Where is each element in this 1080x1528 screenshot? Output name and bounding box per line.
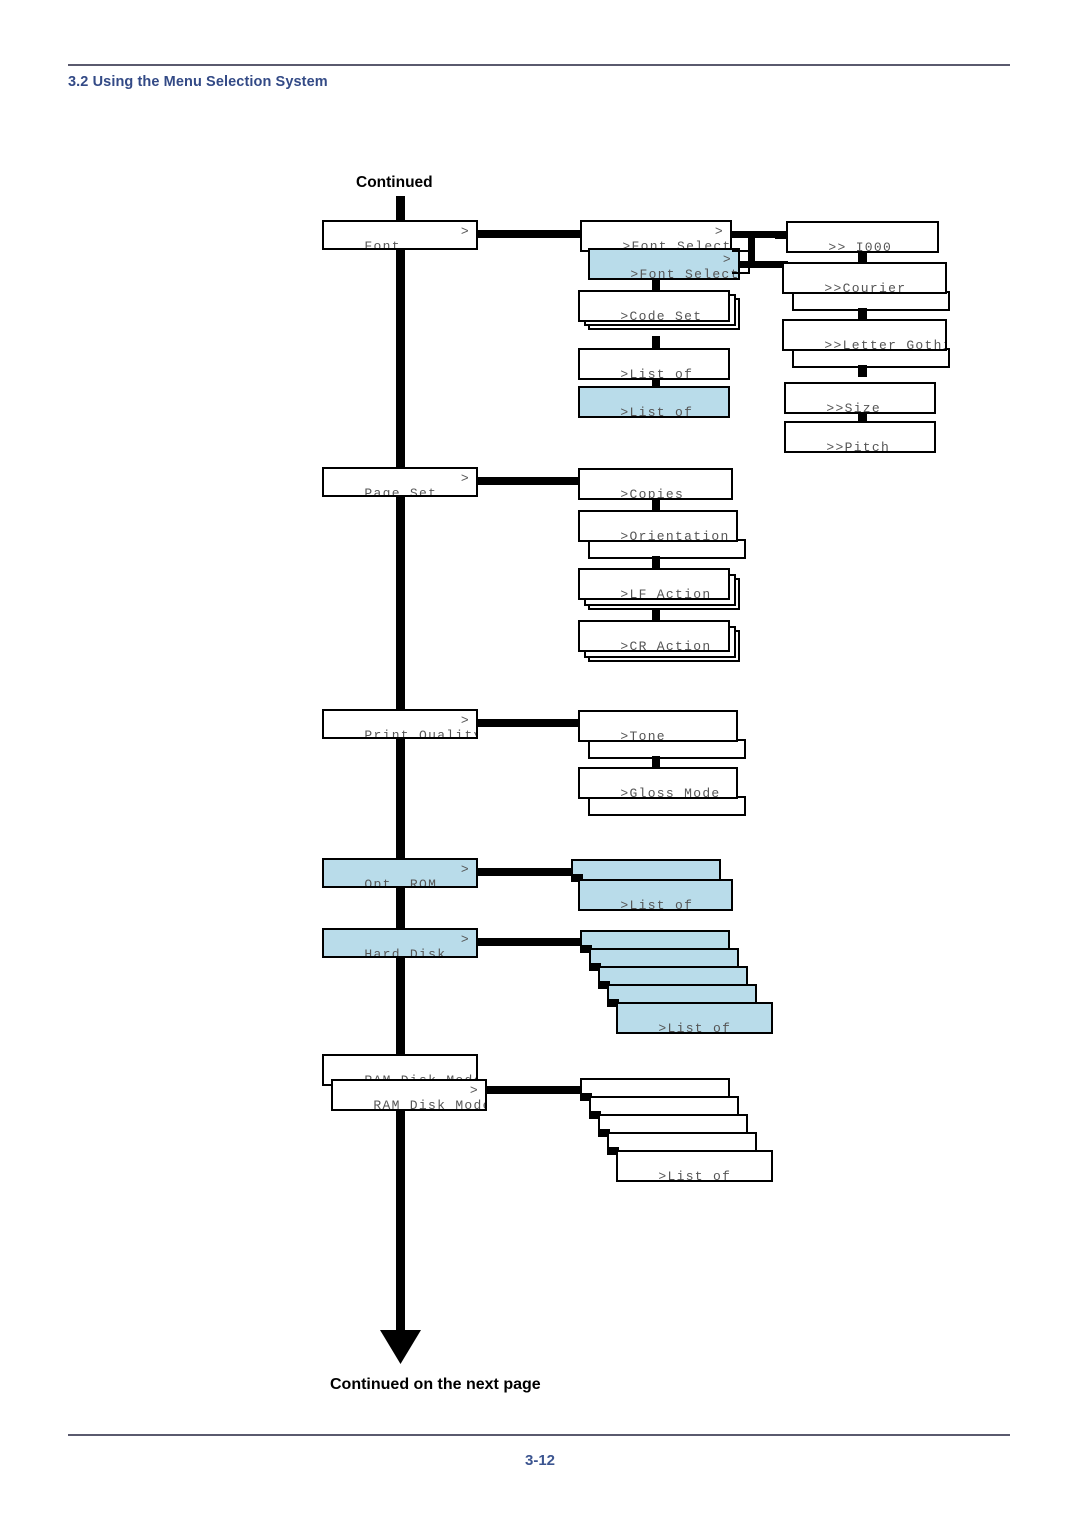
menu-item-list-internal-fonts[interactable]: >List ofInternal Fonts xyxy=(578,348,730,380)
ram-list-line1: >List of xyxy=(658,1169,732,1182)
font-select-loop-stub xyxy=(732,250,750,274)
continued-next-page-caption: Continued on the next page xyxy=(330,1376,541,1393)
main-spine xyxy=(396,196,405,1336)
menu-item-gloss-high[interactable]: High xyxy=(588,797,746,816)
ram-disk-on-line1: RAM Disk Mode xyxy=(373,1098,487,1111)
lf-action-line1: >LF Action xyxy=(620,587,712,600)
menu-item-print-quality[interactable]: Print Quality > xyxy=(322,709,478,739)
menu-item-orientation-landscape[interactable]: Landscape xyxy=(588,540,746,559)
menu-item-tone[interactable]: >ToneNormal xyxy=(578,710,738,742)
code-set-line1: >Code Set xyxy=(620,309,703,322)
menu-item-orientation[interactable]: >OrientationPortrait xyxy=(578,510,738,542)
connector-detail-3 xyxy=(858,365,867,377)
menu-item-opt-rom-label: Opt. ROM xyxy=(364,877,438,888)
menu-item-ram-list-partition[interactable]: >List ofPartition xyxy=(616,1150,773,1182)
menu-item-cr-action[interactable]: >CR ActionCR only xyxy=(578,620,730,652)
ram-disk-on-arrow: > xyxy=(469,1083,479,1098)
continued-caption: Continued xyxy=(356,174,433,191)
menu-item-list-option-fonts[interactable]: >List ofOption Fonts xyxy=(578,386,730,418)
font-select-internal-arrow: > xyxy=(714,224,724,239)
font-select-option-line1: >Font Select xyxy=(630,267,740,280)
menu-item-hard-disk-arrow: > xyxy=(460,932,470,947)
menu-item-copies[interactable]: >Copies001 xyxy=(578,468,733,500)
cr-action-line1: >CR Action xyxy=(620,639,712,652)
connector-hard-disk xyxy=(477,938,582,946)
menu-item-opt-rom[interactable]: Opt. ROM > xyxy=(322,858,478,888)
menu-item-tone-fine[interactable]: Fine xyxy=(588,740,746,759)
menu-item-ram-disk-mode-on[interactable]: RAM Disk Mode>On xyxy=(331,1079,487,1111)
optrom-list-line1: >List of xyxy=(620,898,694,911)
menu-item-font-select-option[interactable]: >Font Select>Option xyxy=(588,248,740,280)
pitch-line1: >>Pitch xyxy=(826,440,891,453)
menu-item-code-set[interactable]: >Code SetIBM PC-8 xyxy=(578,290,730,322)
menu-item-pitch[interactable]: >>Pitch10.00 cpi xyxy=(784,421,936,453)
connector-font xyxy=(477,230,582,238)
menu-item-courier-dark[interactable]: Dark xyxy=(792,292,950,311)
menu-item-size[interactable]: >>Size012.00 point(s) xyxy=(784,382,936,414)
menu-item-print-quality-label: Print Quality xyxy=(364,728,478,739)
menu-item-font-arrow: > xyxy=(460,224,470,239)
menu-item-courier[interactable]: >>CourierRegular xyxy=(782,262,947,294)
hd-list-line1: >List of xyxy=(658,1021,732,1034)
menu-item-lf-action[interactable]: >LF ActionLF only xyxy=(578,568,730,600)
size-line1: >>Size xyxy=(826,401,882,414)
menu-item-font-id[interactable]: >> I000 xyxy=(786,221,939,253)
menu-item-hd-list-partition[interactable]: >List ofPartition xyxy=(616,1002,773,1034)
connector-print-quality xyxy=(477,719,582,727)
list-option-fonts-line1: >List of xyxy=(620,405,694,418)
menu-item-print-quality-arrow: > xyxy=(460,713,470,728)
connector-opt-rom xyxy=(477,868,577,876)
menu-item-optrom-list-partitions[interactable]: >List ofPartitions xyxy=(578,879,733,911)
connector-ram-disk xyxy=(486,1086,582,1094)
menu-item-page-set[interactable]: Page Set > xyxy=(322,467,478,497)
menu-item-gloss-mode[interactable]: >Gloss ModeLow xyxy=(578,767,738,799)
menu-item-letter-gothic[interactable]: >>Letter GothicRegular xyxy=(782,319,947,351)
menu-item-hard-disk[interactable]: Hard Disk > xyxy=(322,928,478,958)
menu-item-letter-gothic-dark[interactable]: Dark xyxy=(792,349,950,368)
menu-item-optrom-read-data[interactable]: >Read Data xyxy=(571,859,721,881)
menu-item-hard-disk-label: Hard Disk xyxy=(364,947,447,958)
connector-page-set xyxy=(477,477,582,485)
menu-item-font-label: Font xyxy=(364,239,401,250)
menu-item-opt-rom-arrow: > xyxy=(460,862,470,877)
menu-item-page-set-label: Page Set xyxy=(364,486,438,497)
menu-item-font[interactable]: Font > xyxy=(322,220,478,250)
menu-tree-diagram: Continued Continued on the next page Fon… xyxy=(0,0,1080,1528)
list-internal-fonts-line1: >List of xyxy=(620,367,694,380)
font-select-option-arrow: > xyxy=(722,252,732,267)
spine-arrowhead xyxy=(380,1330,421,1364)
menu-item-page-set-arrow: > xyxy=(460,471,470,486)
